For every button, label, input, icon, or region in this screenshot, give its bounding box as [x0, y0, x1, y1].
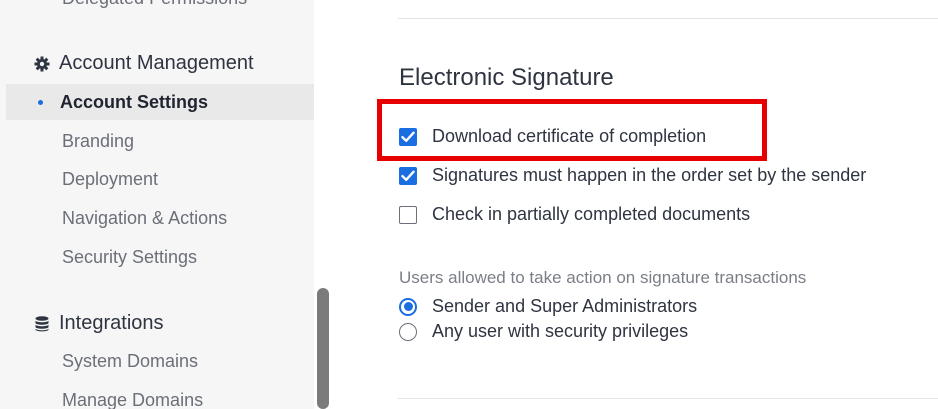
- checkmark-icon: [401, 131, 415, 142]
- active-indicator-dot: [38, 100, 43, 105]
- radio-unselected[interactable]: [399, 322, 417, 341]
- section-title: Integrations: [59, 312, 164, 334]
- sidebar-item-delegated-permissions[interactable]: Delegated Permissions: [62, 0, 247, 9]
- section-integrations[interactable]: Integrations: [33, 312, 164, 335]
- checkbox-checked[interactable]: [399, 127, 417, 146]
- sidebar-item-label: Account Settings: [60, 92, 209, 112]
- radio-label: Any user with security privileges: [432, 321, 689, 341]
- sidebar-item-branding[interactable]: Branding: [62, 131, 134, 152]
- main-content: Electronic Signature Download certificat…: [336, 0, 938, 409]
- sidebar-item-system-domains[interactable]: System Domains: [62, 351, 198, 372]
- gear-icon: [33, 55, 51, 73]
- divider: [398, 398, 938, 399]
- checkbox-row-download-certificate[interactable]: Download certificate of completion: [399, 126, 706, 147]
- divider: [398, 18, 938, 19]
- checkbox-unchecked[interactable]: [399, 205, 417, 224]
- database-icon: [33, 315, 51, 333]
- radio-group-label: Users allowed to take action on signatur…: [399, 268, 807, 287]
- sidebar-item-manage-domains[interactable]: Manage Domains: [62, 390, 203, 409]
- sidebar: Delegated Permissions Account Management: [0, 0, 314, 409]
- checkbox-row-check-in-partial[interactable]: Check in partially completed documents: [399, 204, 750, 225]
- radio-row-sender-super-admins[interactable]: Sender and Super Administrators: [399, 296, 697, 317]
- sidebar-item-deployment[interactable]: Deployment: [62, 169, 158, 190]
- page-title: Electronic Signature: [399, 64, 614, 91]
- checkbox-label: Download certificate of completion: [432, 126, 707, 146]
- section-account-management[interactable]: Account Management: [33, 52, 254, 75]
- checkbox-label: Check in partially completed documents: [432, 204, 751, 224]
- scrollbar-thumb[interactable]: [317, 288, 329, 409]
- sidebar-item-navigation-actions[interactable]: Navigation & Actions: [62, 208, 227, 229]
- sidebar-item-account-settings[interactable]: Account Settings: [6, 84, 314, 120]
- checkbox-label: Signatures must happen in the order set …: [432, 165, 867, 185]
- radio-row-any-user[interactable]: Any user with security privileges: [399, 321, 688, 342]
- radio-label: Sender and Super Administrators: [432, 296, 698, 316]
- checkbox-checked[interactable]: [399, 166, 417, 185]
- section-title: Account Management: [59, 52, 254, 74]
- radio-dot: [403, 302, 413, 311]
- radio-selected[interactable]: [399, 297, 417, 316]
- sidebar-item-security-settings[interactable]: Security Settings: [62, 247, 197, 268]
- checkbox-row-signature-order[interactable]: Signatures must happen in the order set …: [399, 165, 866, 186]
- checkmark-icon: [401, 170, 415, 181]
